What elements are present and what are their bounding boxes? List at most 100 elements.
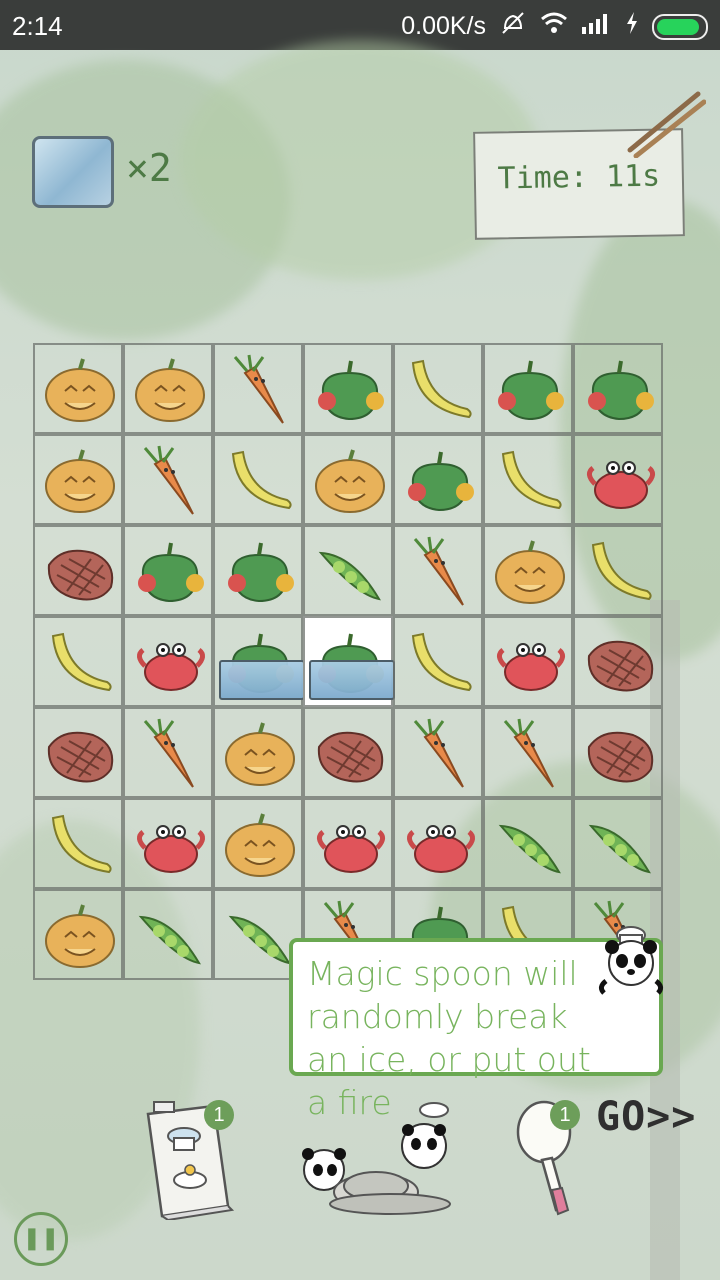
pepper-icon — [408, 451, 474, 512]
pumpkin-icon — [315, 449, 385, 513]
board-cell[interactable] — [573, 525, 663, 616]
board-cell[interactable] — [393, 616, 483, 707]
board-cell[interactable] — [123, 434, 213, 525]
ice-block-icon — [32, 136, 114, 208]
board-cell[interactable] — [213, 343, 303, 434]
board-cell[interactable] — [573, 798, 663, 889]
mute-icon — [500, 10, 526, 43]
board-cell[interactable] — [33, 798, 123, 889]
recipe-count-badge: 1 — [204, 1100, 234, 1130]
carrot-icon — [233, 354, 284, 424]
board-cell[interactable] — [483, 616, 573, 707]
board-cell[interactable] — [303, 798, 393, 889]
board-cell[interactable] — [33, 707, 123, 798]
panda-chef-icon — [598, 926, 664, 995]
pumpkin-icon — [135, 358, 205, 422]
pepper-icon — [588, 360, 654, 421]
battery-icon — [652, 13, 708, 40]
board-cell[interactable] — [303, 434, 393, 525]
board-cell[interactable] — [123, 343, 213, 434]
board-cell[interactable] — [123, 798, 213, 889]
banana-icon — [501, 450, 562, 510]
board-cell[interactable] — [123, 525, 213, 616]
banana-icon — [51, 632, 112, 692]
board-cell[interactable] — [303, 707, 393, 798]
board-cell[interactable] — [33, 434, 123, 525]
banana-icon — [591, 541, 652, 601]
board-cell[interactable] — [483, 434, 573, 525]
banana-icon — [231, 450, 292, 510]
board-cell[interactable] — [33, 616, 123, 707]
carrot-icon — [413, 536, 464, 606]
steak-icon — [47, 731, 114, 783]
board-cell[interactable] — [483, 343, 573, 434]
pepper-icon — [138, 542, 204, 603]
board-cell[interactable] — [33, 525, 123, 616]
crab-icon — [407, 825, 475, 873]
board-cell[interactable] — [303, 616, 395, 707]
board-cell[interactable] — [393, 798, 483, 889]
peas-icon — [588, 824, 651, 874]
pumpkin-icon — [45, 358, 115, 422]
board-cell[interactable] — [393, 343, 483, 434]
board-cell[interactable] — [393, 707, 483, 798]
wifi-icon — [540, 11, 568, 42]
carrot-icon — [413, 718, 464, 788]
board-cell[interactable] — [213, 798, 303, 889]
go-button[interactable]: GO>> — [596, 1094, 696, 1140]
board-cell[interactable] — [123, 616, 213, 707]
charging-icon — [626, 12, 638, 41]
peas-icon — [318, 551, 381, 601]
status-icons: 0.00K/s — [401, 10, 708, 43]
crab-icon — [137, 643, 205, 691]
steak-icon — [317, 731, 384, 783]
board-cell[interactable] — [483, 525, 573, 616]
ice-count: ×2 — [126, 146, 172, 190]
pause-button[interactable]: ❚❚ — [14, 1212, 68, 1266]
pumpkin-icon — [45, 904, 115, 968]
pepper-icon — [498, 360, 564, 421]
steak-icon — [47, 549, 114, 601]
peas-icon — [228, 915, 291, 965]
board-cell[interactable] — [213, 525, 303, 616]
board-cell[interactable] — [393, 434, 483, 525]
board-cell[interactable] — [573, 616, 663, 707]
panda-chefs-illustration — [302, 1102, 451, 1215]
crab-icon — [497, 643, 565, 691]
board-cell[interactable] — [123, 889, 213, 980]
crab-icon — [587, 461, 655, 509]
pause-icon: ❚❚ — [22, 1226, 60, 1251]
board-cell[interactable] — [393, 525, 483, 616]
banana-icon — [51, 814, 112, 874]
signal-icon — [582, 12, 612, 41]
board-cell[interactable] — [573, 343, 663, 434]
pumpkin-icon — [225, 813, 295, 877]
pepper-icon — [228, 542, 294, 603]
network-speed: 0.00K/s — [401, 12, 486, 40]
ice-block-overlay — [309, 660, 395, 700]
board-cell[interactable] — [213, 707, 303, 798]
board-cell[interactable] — [573, 707, 663, 798]
crab-icon — [137, 825, 205, 873]
pumpkin-icon — [495, 540, 565, 604]
timer-text: Time: 11s — [497, 158, 661, 197]
board-cell[interactable] — [483, 707, 573, 798]
chopsticks-icon — [627, 91, 706, 158]
board-cell[interactable] — [213, 616, 305, 707]
pumpkin-icon — [225, 722, 295, 786]
ice-block-overlay — [219, 660, 305, 700]
peas-icon — [138, 915, 201, 965]
board-cell[interactable] — [303, 525, 393, 616]
board-cell[interactable] — [33, 889, 123, 980]
peas-icon — [498, 824, 561, 874]
carrot-icon — [503, 718, 554, 788]
board-cell[interactable] — [303, 343, 393, 434]
board-cell[interactable] — [213, 434, 303, 525]
board-cell[interactable] — [573, 434, 663, 525]
status-time: 2:14 — [12, 11, 63, 41]
board-cell[interactable] — [33, 343, 123, 434]
game-board — [33, 343, 665, 985]
carrot-icon — [143, 445, 194, 515]
board-cell[interactable] — [123, 707, 213, 798]
board-cell[interactable] — [483, 798, 573, 889]
